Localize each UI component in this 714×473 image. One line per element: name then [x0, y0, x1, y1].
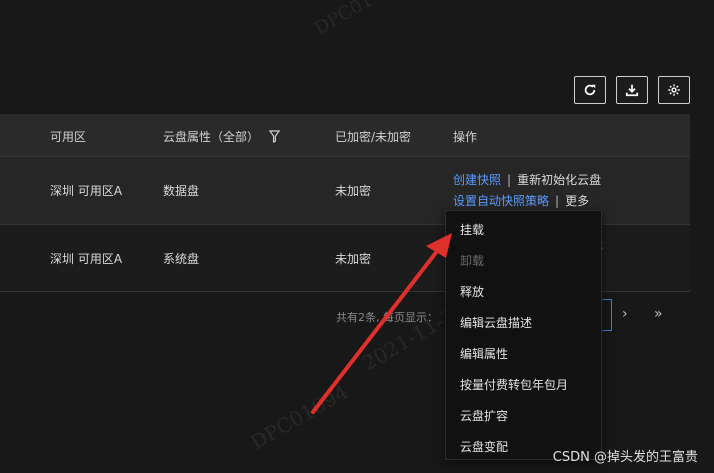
next-page-button[interactable]: ›	[622, 306, 628, 322]
watermark-top: DPC01	[310, 0, 377, 40]
menu-item-expand[interactable]: 云盘扩容	[446, 401, 601, 432]
download-button[interactable]	[616, 76, 648, 104]
menu-item-convert-billing[interactable]: 按量付费转包年包月	[446, 370, 601, 401]
csdn-credit: CSDN @掉头发的王富贵	[552, 450, 698, 465]
pagination-summary: 共有2条, 每页显示：	[336, 311, 438, 324]
header-zone: 可用区	[50, 130, 87, 144]
cell-zone: 深圳 可用区A	[50, 252, 123, 266]
download-icon	[625, 84, 639, 97]
menu-item-attach[interactable]: 挂载	[446, 215, 601, 246]
header-encryption: 已加密/未加密	[335, 130, 412, 144]
more-actions-menu: 挂载 卸载 释放 编辑云盘描述 编辑属性 按量付费转包年包月 云盘扩容 云盘变配	[445, 210, 602, 460]
menu-item-edit-description[interactable]: 编辑云盘描述	[446, 308, 601, 339]
cell-disk-type: 数据盘	[163, 184, 200, 198]
last-page-button[interactable]: »	[654, 306, 663, 322]
action-line-1: 创建快照 | 重新初始化云盘	[453, 173, 602, 187]
cell-zone: 深圳 可用区A	[50, 184, 123, 198]
reinit-disk-link[interactable]: 重新初始化云盘	[517, 173, 601, 187]
create-snapshot-link[interactable]: 创建快照	[453, 173, 501, 187]
action-line-2: 设置自动快照策略 | 更多	[453, 194, 590, 208]
header-disk-type[interactable]: 云盘属性（全部）	[163, 128, 281, 145]
refresh-icon	[584, 84, 596, 96]
menu-item-detach: 卸载	[460, 254, 485, 268]
header-disk-type-label: 云盘属性（全部）	[163, 130, 260, 144]
cell-encryption: 未加密	[335, 184, 372, 198]
settings-button[interactable]	[658, 76, 690, 104]
more-link[interactable]: 更多	[565, 194, 589, 208]
settings-icon	[668, 84, 680, 96]
filter-icon[interactable]	[268, 130, 281, 143]
menu-item-release[interactable]: 释放	[446, 277, 601, 308]
table-toolbar	[574, 76, 690, 104]
auto-snapshot-link[interactable]: 设置自动快照策略	[453, 194, 549, 208]
cell-encryption: 未加密	[335, 252, 372, 266]
cell-disk-type: 系统盘	[163, 252, 200, 266]
header-actions: 操作	[453, 130, 478, 144]
table-header: 可用区 云盘属性（全部） 已加密/未加密 操作	[0, 114, 690, 156]
refresh-button[interactable]	[574, 76, 606, 104]
disk-table: 可用区 云盘属性（全部） 已加密/未加密 操作	[0, 114, 690, 156]
watermark-id: DPC01694	[246, 379, 353, 455]
menu-item-edit-attributes[interactable]: 编辑属性	[446, 339, 601, 370]
